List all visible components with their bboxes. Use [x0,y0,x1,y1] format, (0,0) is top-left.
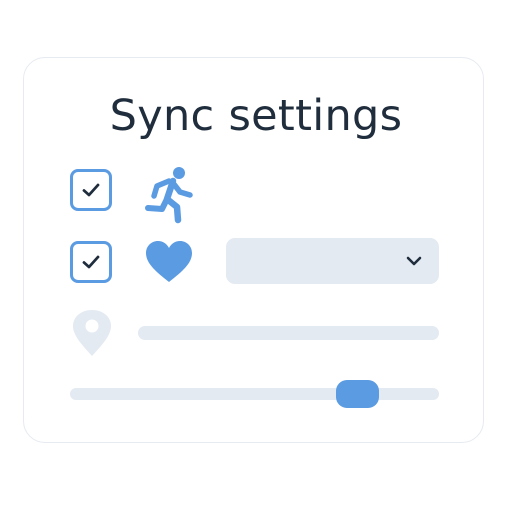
sync-slider-thumb[interactable] [336,380,379,408]
checkmark-icon [82,255,100,269]
health-data-dropdown[interactable] [226,238,439,284]
location-placeholder-bar [138,326,439,340]
running-person-icon [145,167,193,224]
sync-slider-track[interactable] [70,388,439,400]
checkmark-icon [82,183,100,197]
heart-icon [146,241,192,282]
health-sync-checkbox[interactable] [70,241,112,283]
location-pin-icon [73,310,111,356]
page-title: Sync settings [109,91,403,141]
chevron-down-icon [406,256,422,266]
activity-sync-checkbox[interactable] [70,169,112,211]
